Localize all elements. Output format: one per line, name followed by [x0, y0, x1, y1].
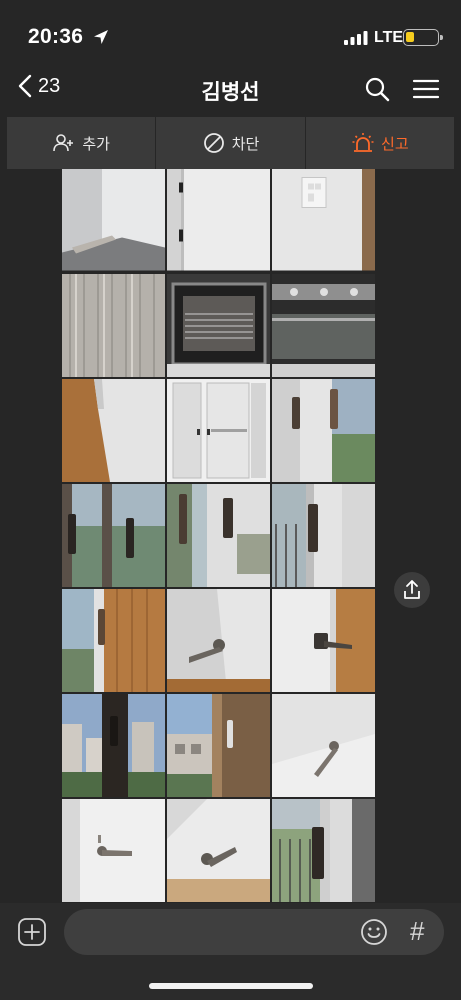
- photo-window-handle-trees[interactable]: [167, 484, 270, 587]
- photo-window-handle-garden[interactable]: [272, 799, 375, 902]
- share-icon: [404, 580, 420, 599]
- photo-lever-handle-wall[interactable]: [272, 694, 375, 797]
- photo-door-lever-floor[interactable]: [272, 589, 375, 692]
- chat-title: 김병선: [201, 81, 260, 104]
- photo-white-wall-corner[interactable]: [62, 169, 165, 272]
- photo-window-handle-railing[interactable]: [272, 484, 375, 587]
- block-label: 차단: [231, 135, 260, 153]
- report-button[interactable]: 신고: [306, 117, 454, 169]
- hashtag-search-icon[interactable]: #: [410, 916, 424, 947]
- hamburger-menu-icon[interactable]: [412, 78, 440, 100]
- home-indicator: [149, 983, 313, 989]
- block-icon: [203, 133, 224, 153]
- search-icon[interactable]: [364, 76, 390, 102]
- status-time: 20:36: [28, 25, 84, 48]
- photo-open-closet[interactable]: [167, 379, 270, 482]
- photo-wood-panel-ceiling[interactable]: [62, 274, 165, 377]
- status-bar: 20:36 LTE: [0, 0, 461, 70]
- share-button[interactable]: [394, 572, 430, 608]
- photo-door-lever-angled[interactable]: [167, 799, 270, 902]
- block-button[interactable]: 차단: [156, 117, 306, 169]
- photo-wood-floor-wall-corner[interactable]: [62, 379, 165, 482]
- photo-door-lever-white[interactable]: [62, 799, 165, 902]
- add-friend-label: 추가: [82, 135, 110, 153]
- add-friend-icon: [53, 134, 74, 152]
- photo-oven-interior[interactable]: [167, 274, 270, 377]
- network-label: LTE: [374, 29, 404, 46]
- photo-city-view-window[interactable]: [167, 694, 270, 797]
- photo-balcony-window-handles[interactable]: [62, 484, 165, 587]
- photo-window-wood-wall[interactable]: [62, 589, 165, 692]
- chat-header: 23 김병선: [0, 70, 461, 112]
- battery-icon: [403, 29, 443, 46]
- photo-appliance-interior[interactable]: [272, 274, 375, 377]
- photo-apartment-view-window[interactable]: [62, 694, 165, 797]
- photo-door-lever-handle[interactable]: [167, 589, 270, 692]
- unread-count: 23: [38, 74, 61, 97]
- chevron-left-icon: [18, 74, 32, 98]
- plus-icon[interactable]: [18, 918, 46, 946]
- photo-window-handle-view[interactable]: [272, 379, 375, 482]
- back-button[interactable]: 23: [16, 74, 60, 98]
- photo-white-door-hinges[interactable]: [167, 169, 270, 272]
- add-friend-button[interactable]: 추가: [7, 117, 157, 169]
- siren-icon: [352, 133, 374, 152]
- report-label: 신고: [381, 135, 409, 153]
- location-arrow-icon: [94, 30, 108, 44]
- cellular-signal-icon: [344, 31, 368, 45]
- photo-wall-switch[interactable]: [272, 169, 375, 272]
- emoji-icon[interactable]: [360, 918, 388, 946]
- photo-album-grid: [62, 169, 376, 903]
- friend-action-bar: 추가 차단 신고: [7, 117, 454, 169]
